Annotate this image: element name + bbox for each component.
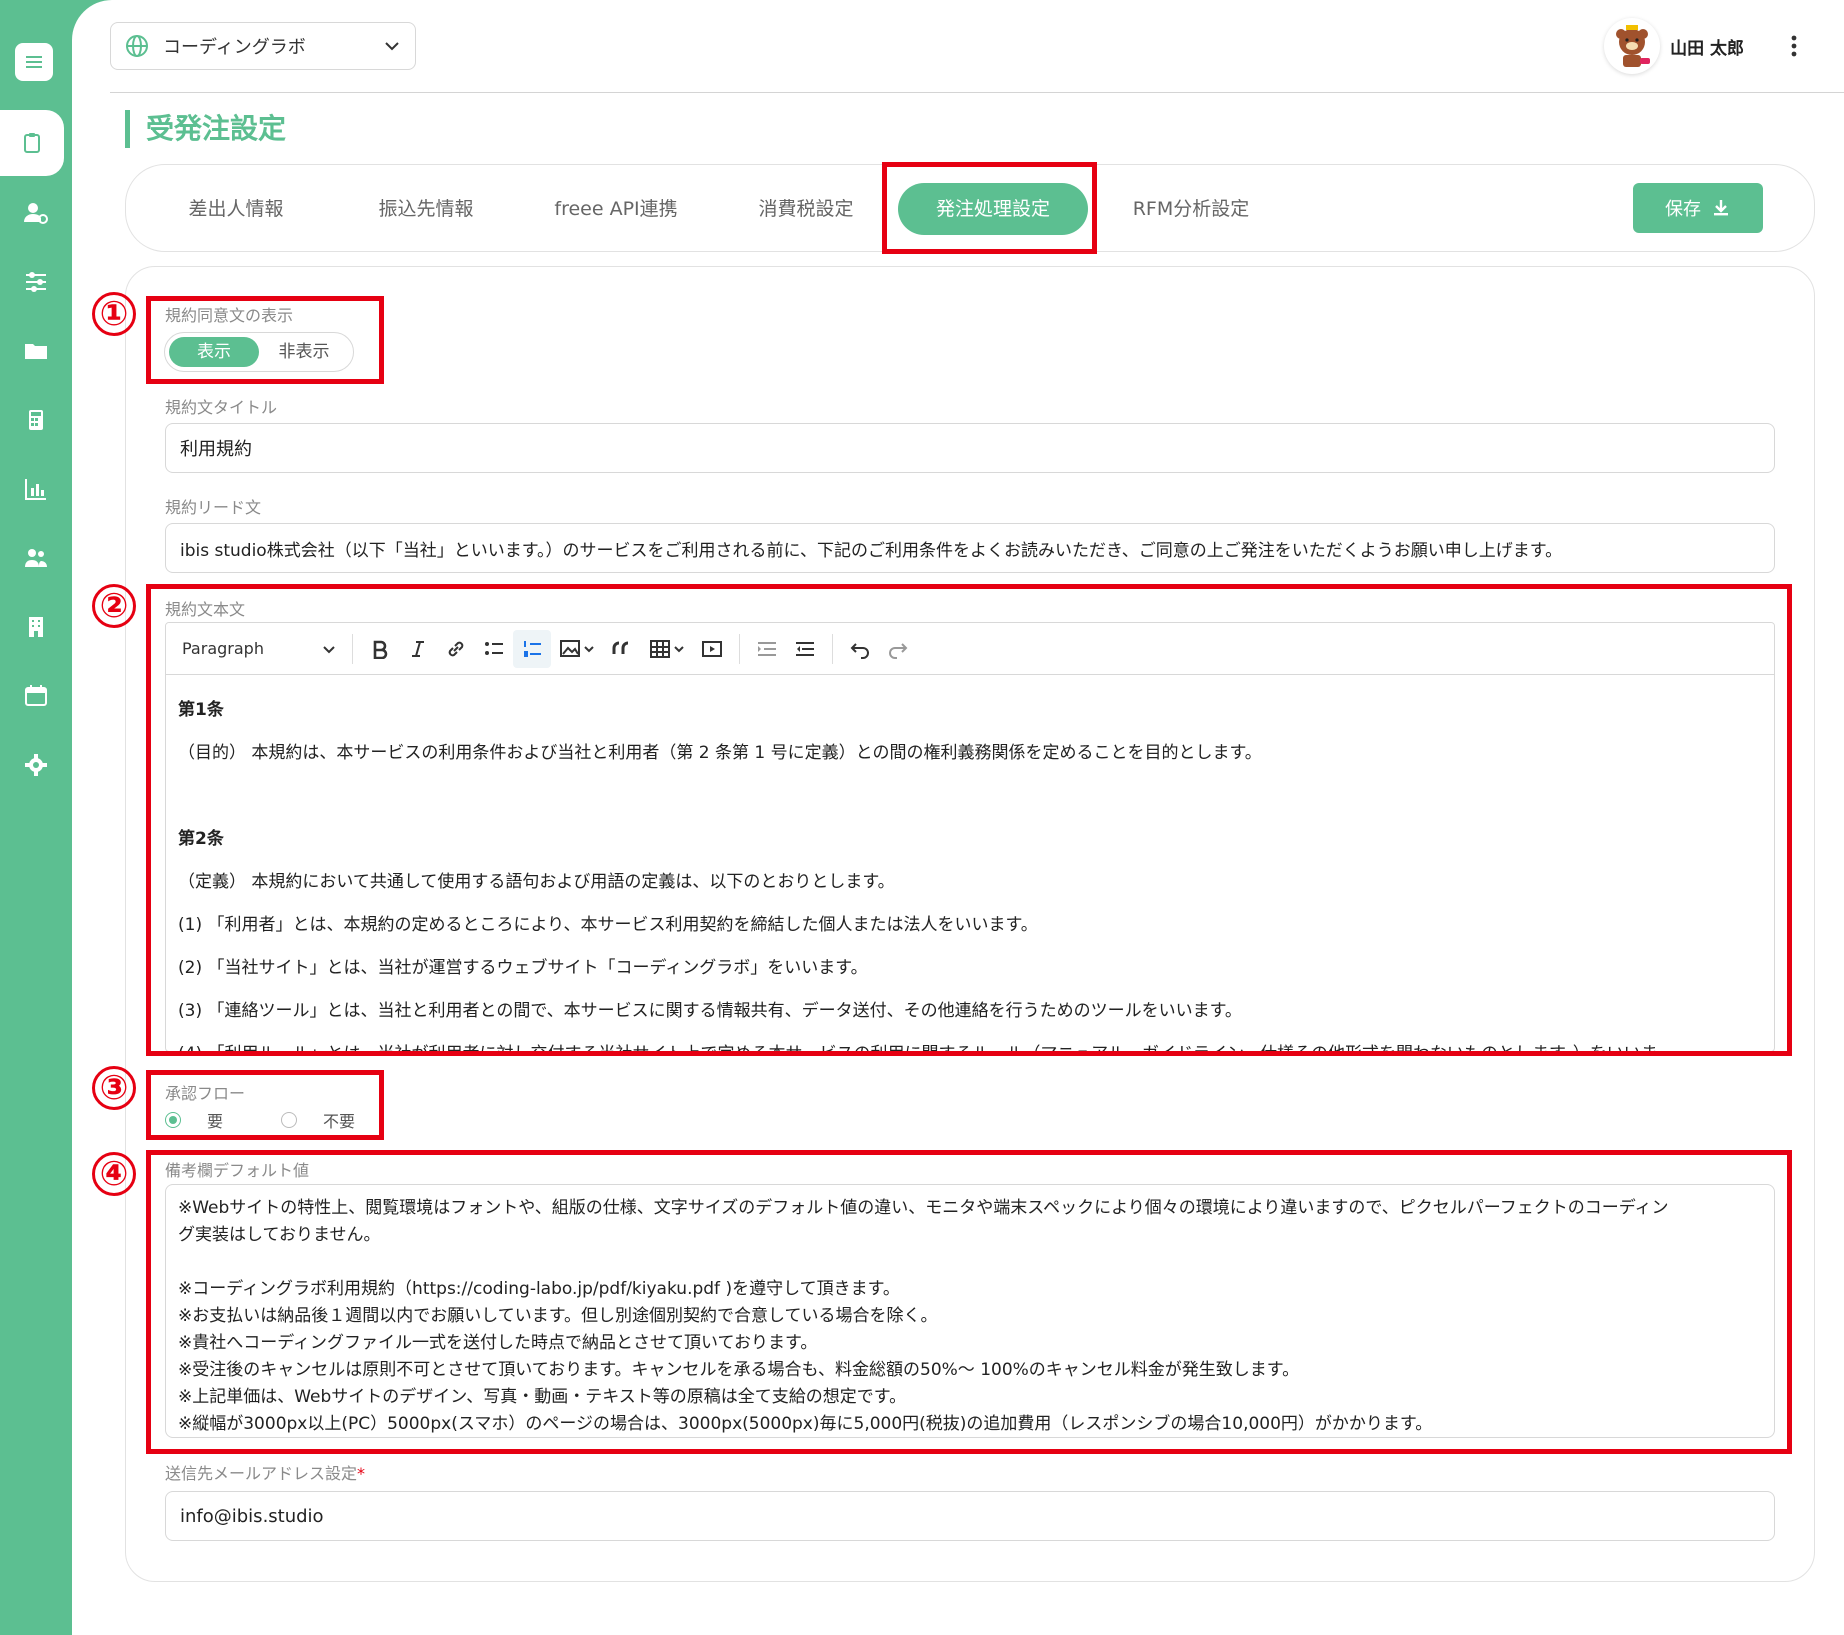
download-icon: [1714, 200, 1728, 216]
terms-lead-label: 規約リード文: [165, 498, 262, 517]
sidebar-item-filters[interactable]: [0, 252, 72, 312]
sliders-icon: [26, 272, 46, 292]
kebab-icon: [1791, 35, 1797, 57]
annotation-box-tab: [882, 162, 1097, 254]
tab-freee-api[interactable]: freee API連携: [536, 183, 696, 235]
calendar-icon: [25, 685, 47, 706]
globe-icon: [126, 35, 148, 57]
sidebar-item-orders[interactable]: [0, 110, 64, 176]
clipboard-icon: [24, 133, 40, 153]
recipient-email-value: info@ibis.studio: [180, 1505, 324, 1527]
user-name: 山田 太郎: [1670, 38, 1744, 59]
annotation-number-2: ②: [92, 584, 136, 628]
gear-icon: [25, 754, 47, 776]
folder-icon: [25, 344, 47, 359]
recipient-email-input[interactable]: info@ibis.studio: [165, 1491, 1775, 1541]
tab-sender-info[interactable]: 差出人情報: [166, 183, 306, 235]
sidebar-item-settings[interactable]: [0, 735, 72, 795]
bear-mascot-icon: [1616, 25, 1651, 67]
building-icon: [29, 617, 43, 637]
terms-lead-input[interactable]: ibis studio株式会社（以下「当社」といいます。）のサービスをご利用され…: [165, 523, 1775, 573]
user-menu[interactable]: 山田 太郎: [1604, 18, 1804, 74]
header-divider: [110, 92, 1844, 93]
terms-title-input[interactable]: 利用規約: [165, 423, 1775, 473]
recipient-email-label-text: 送信先メールアドレス設定: [165, 1464, 358, 1483]
annotation-box-1: [146, 296, 384, 384]
save-button[interactable]: 保存: [1633, 183, 1763, 233]
more-menu-button[interactable]: [1784, 31, 1804, 61]
chevron-down-icon: [385, 42, 399, 51]
sidebar: [0, 0, 72, 1635]
site-select[interactable]: コーディングラボ: [110, 22, 416, 70]
tab-rfm-analysis[interactable]: RFM分析設定: [1116, 183, 1266, 235]
main-corner: [72, 0, 112, 40]
calculator-icon: [29, 410, 43, 430]
tab-tax-settings[interactable]: 消費税設定: [736, 183, 876, 235]
terms-title-value: 利用規約: [180, 439, 252, 460]
terms-title-label: 規約文タイトル: [165, 398, 278, 417]
annotation-number-1: ①: [92, 292, 136, 336]
recipient-email-label: 送信先メールアドレス設定*: [165, 1460, 365, 1484]
terms-lead-value: ibis studio株式会社（以下「当社」といいます。）のサービスをご利用され…: [180, 540, 1563, 561]
save-button-label: 保存: [1665, 199, 1701, 220]
required-mark: *: [357, 1464, 366, 1483]
sidebar-item-members[interactable]: [0, 528, 72, 588]
annotation-number-3: ③: [92, 1066, 136, 1110]
annotation-number-4: ④: [92, 1152, 136, 1196]
annotation-box-4: [146, 1150, 1792, 1454]
sidebar-item-analytics[interactable]: [0, 459, 72, 519]
user-gear-icon: [24, 203, 48, 224]
annotation-box-3: [146, 1070, 384, 1140]
sidebar-item-calendar[interactable]: [0, 666, 72, 726]
avatar[interactable]: [1604, 18, 1661, 74]
hamburger-icon: [26, 56, 42, 68]
users-icon: [25, 549, 47, 567]
sidebar-item-user-settings[interactable]: [0, 183, 72, 243]
site-select-value: コーディングラボ: [163, 37, 306, 58]
menu-button[interactable]: [15, 43, 53, 81]
annotation-box-2: [146, 584, 1792, 1056]
sidebar-item-files[interactable]: [0, 321, 72, 381]
sidebar-item-calculator[interactable]: [0, 390, 72, 450]
page-title: 受発注設定: [125, 110, 286, 148]
tab-bank-info[interactable]: 振込先情報: [356, 183, 496, 235]
bar-chart-icon: [25, 479, 46, 500]
sidebar-item-company[interactable]: [0, 597, 72, 657]
